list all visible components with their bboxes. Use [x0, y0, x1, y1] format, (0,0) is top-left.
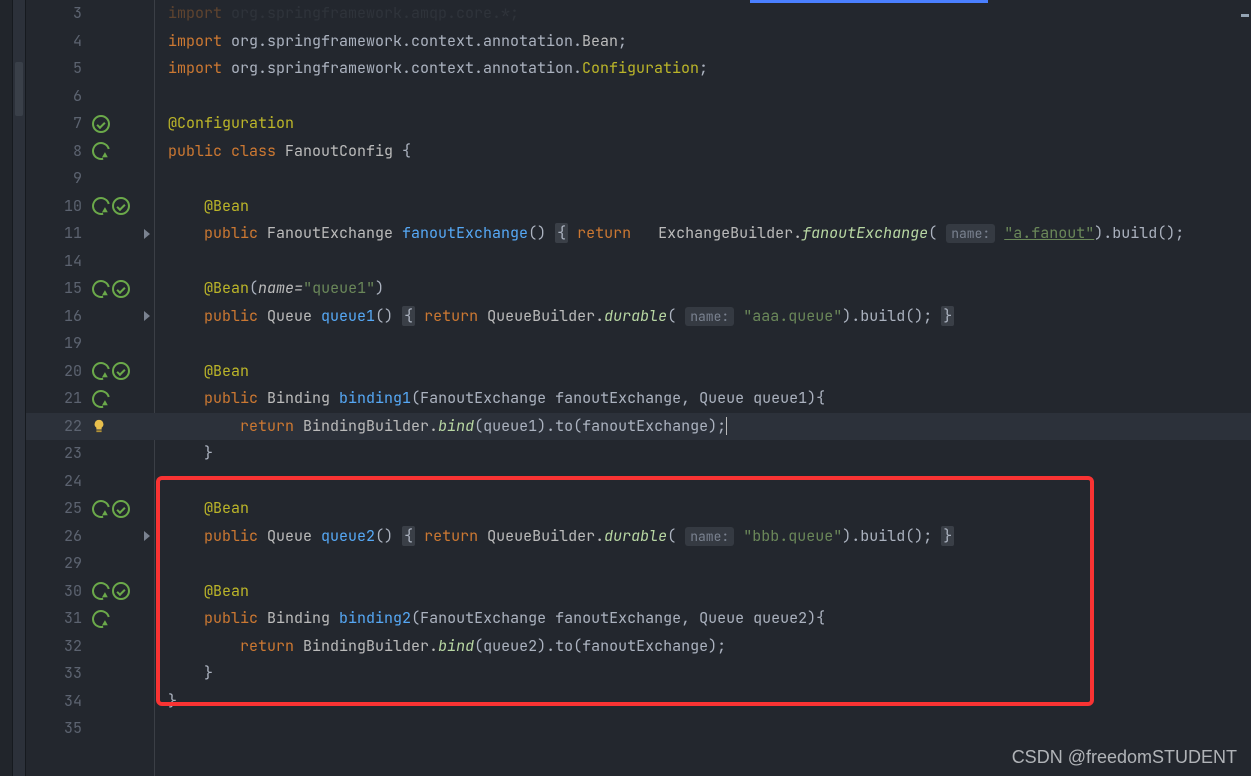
line[interactable]: 26 public Queue queue2() { return QueueB… [26, 523, 1251, 551]
bulb-icon[interactable] [92, 419, 106, 433]
line-number: 25 [26, 495, 92, 523]
code-lines: 3 import org.springframework.amqp.core.*… [26, 0, 1251, 743]
nav-icon[interactable] [89, 606, 114, 631]
line-number: 30 [26, 578, 92, 606]
line[interactable]: 15 @Bean(name="queue1") [26, 275, 1251, 303]
line-number: 19 [26, 330, 92, 358]
bean-icon[interactable] [112, 500, 130, 518]
watermark: CSDN @freedomSTUDENT [1012, 747, 1237, 768]
activity-bar[interactable] [13, 0, 26, 776]
line-number: 16 [26, 303, 92, 331]
line-current[interactable]: 22 return BindingBuilder.bind(queue1).to… [26, 413, 1251, 441]
ide-root: 3 import org.springframework.amqp.core.*… [0, 0, 1251, 776]
line[interactable]: 3 import org.springframework.amqp.core.*… [26, 0, 1251, 28]
line-number: 29 [26, 550, 92, 578]
line[interactable]: 32 return BindingBuilder.bind(queue2).to… [26, 633, 1251, 661]
line-number: 31 [26, 605, 92, 633]
code-editor[interactable]: 3 import org.springframework.amqp.core.*… [26, 0, 1251, 776]
nav-icon[interactable] [89, 276, 114, 301]
line[interactable]: 7 @Configuration [26, 110, 1251, 138]
nav-icon[interactable] [89, 579, 114, 604]
line-number: 15 [26, 275, 92, 303]
line-number: 24 [26, 468, 92, 496]
fold-icon[interactable] [144, 229, 150, 239]
inlay-hint: name: [685, 307, 734, 326]
activity-marker [15, 62, 23, 116]
line-number: 22 [26, 413, 92, 441]
line-number: 32 [26, 633, 92, 661]
fold-icon[interactable] [144, 311, 150, 321]
line-number: 23 [26, 440, 92, 468]
line-number: 14 [26, 248, 92, 276]
line[interactable]: 20 @Bean [26, 358, 1251, 386]
line-number: 6 [26, 83, 92, 111]
line[interactable]: 6 [26, 83, 1251, 111]
line-number: 20 [26, 358, 92, 386]
line[interactable]: 31 public Binding binding2(FanoutExchang… [26, 605, 1251, 633]
inlay-hint: name: [946, 224, 995, 243]
line[interactable]: 16 public Queue queue1() { return QueueB… [26, 303, 1251, 331]
line-number: 26 [26, 523, 92, 551]
line-number: 34 [26, 688, 92, 716]
line[interactable]: 21 public Binding binding1(FanoutExchang… [26, 385, 1251, 413]
line-number: 7 [26, 110, 92, 138]
line-number: 9 [26, 165, 92, 193]
line-number: 8 [26, 138, 92, 166]
bean-icon[interactable] [112, 197, 130, 215]
line[interactable]: 4 import org.springframework.context.ann… [26, 28, 1251, 56]
line[interactable]: 5 import org.springframework.context.ann… [26, 55, 1251, 83]
line[interactable]: 25 @Bean [26, 495, 1251, 523]
line-number: 11 [26, 220, 92, 248]
bean-icon[interactable] [112, 582, 130, 600]
line-number: 4 [26, 28, 92, 56]
line-number: 10 [26, 193, 92, 221]
line[interactable]: 30 @Bean [26, 578, 1251, 606]
caret [726, 417, 727, 435]
tool-strip [0, 0, 13, 776]
line[interactable]: 10 @Bean [26, 193, 1251, 221]
line-number: 33 [26, 660, 92, 688]
nav-icon[interactable] [89, 139, 114, 164]
line[interactable]: 8 public class FanoutConfig { [26, 138, 1251, 166]
fold-icon[interactable] [144, 531, 150, 541]
bean-icon[interactable] [112, 362, 130, 380]
nav-icon[interactable] [89, 386, 114, 411]
bean-icon[interactable] [112, 280, 130, 298]
nav-icon[interactable] [89, 496, 114, 521]
inlay-hint: name: [685, 527, 734, 546]
line-number: 3 [26, 0, 92, 28]
nav-icon[interactable] [89, 359, 114, 384]
line-number: 21 [26, 385, 92, 413]
line[interactable]: 11 public FanoutExchange fanoutExchange(… [26, 220, 1251, 248]
line-number: 35 [26, 715, 92, 743]
run-icon[interactable] [92, 115, 110, 133]
line-number: 5 [26, 55, 92, 83]
nav-icon[interactable] [89, 194, 114, 219]
